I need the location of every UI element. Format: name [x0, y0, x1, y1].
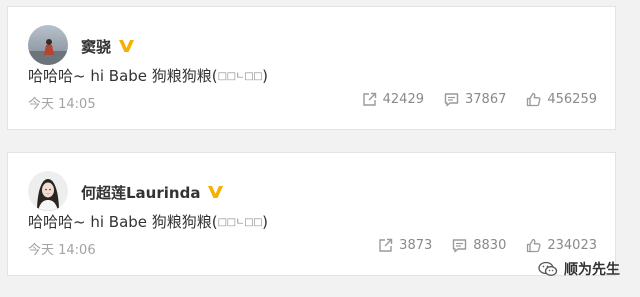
verified-badge-icon [118, 38, 135, 54]
post-text-emoticon: □□ㄴ□□ [217, 217, 263, 228]
author-row: 何超莲Laurinda [81, 182, 224, 202]
comment-count: 8830 [473, 238, 507, 253]
like-count: 456259 [547, 92, 597, 107]
comment-icon [444, 93, 459, 107]
repost-count: 3873 [399, 238, 433, 253]
post-text: 哈哈哈~ hi Babe 狗粮狗粮(□□ㄴ□□) [28, 211, 268, 232]
like-count: 234023 [547, 238, 597, 253]
repost-button[interactable]: 3873 [378, 238, 432, 253]
weibo-screenshot: 窦骁 哈哈哈~ hi Babe 狗粮狗粮(□□ㄴ□□) 今天 14:05 424… [0, 0, 640, 297]
author-row: 窦骁 [81, 36, 135, 56]
post-card: 何超莲Laurinda 哈哈哈~ hi Babe 狗粮狗粮(□□ㄴ□□) 今天 … [7, 152, 616, 276]
post-text-emoticon: □□ㄴ□□ [217, 71, 263, 82]
post-actions: 3873 8830 234023 [378, 238, 597, 253]
author-name[interactable]: 何超莲Laurinda [81, 182, 200, 203]
comment-icon [453, 239, 467, 253]
post-text-main: 哈哈哈~ hi Babe 狗粮狗粮( [28, 67, 218, 85]
wechat-icon [538, 261, 558, 276]
verified-badge-icon [207, 184, 224, 200]
post-text-close: ) [262, 213, 268, 231]
post-timestamp[interactable]: 今天 14:06 [28, 239, 96, 258]
comment-button[interactable]: 8830 [452, 238, 506, 253]
post-actions: 42429 37867 456259 [362, 92, 597, 107]
like-icon [527, 92, 541, 107]
avatar[interactable] [28, 25, 68, 65]
post-text-close: ) [262, 67, 268, 85]
like-button[interactable]: 456259 [526, 92, 597, 107]
post-text-main: 哈哈哈~ hi Babe 狗粮狗粮( [28, 213, 218, 231]
post-timestamp[interactable]: 今天 14:05 [28, 93, 96, 112]
repost-icon [362, 92, 376, 106]
post-card: 窦骁 哈哈哈~ hi Babe 狗粮狗粮(□□ㄴ□□) 今天 14:05 424… [7, 6, 616, 130]
comment-button[interactable]: 37867 [444, 92, 506, 107]
comment-count: 37867 [465, 92, 507, 107]
repost-button[interactable]: 42429 [362, 92, 424, 107]
post-text: 哈哈哈~ hi Babe 狗粮狗粮(□□ㄴ□□) [28, 65, 268, 86]
author-name[interactable]: 窦骁 [81, 36, 111, 57]
like-button[interactable]: 234023 [526, 238, 597, 253]
watermark: 顺为先生 [538, 259, 620, 279]
like-icon [527, 238, 541, 253]
repost-icon [379, 238, 393, 252]
repost-count: 42429 [382, 92, 424, 107]
watermark-text: 顺为先生 [564, 262, 620, 278]
avatar[interactable] [28, 171, 68, 211]
